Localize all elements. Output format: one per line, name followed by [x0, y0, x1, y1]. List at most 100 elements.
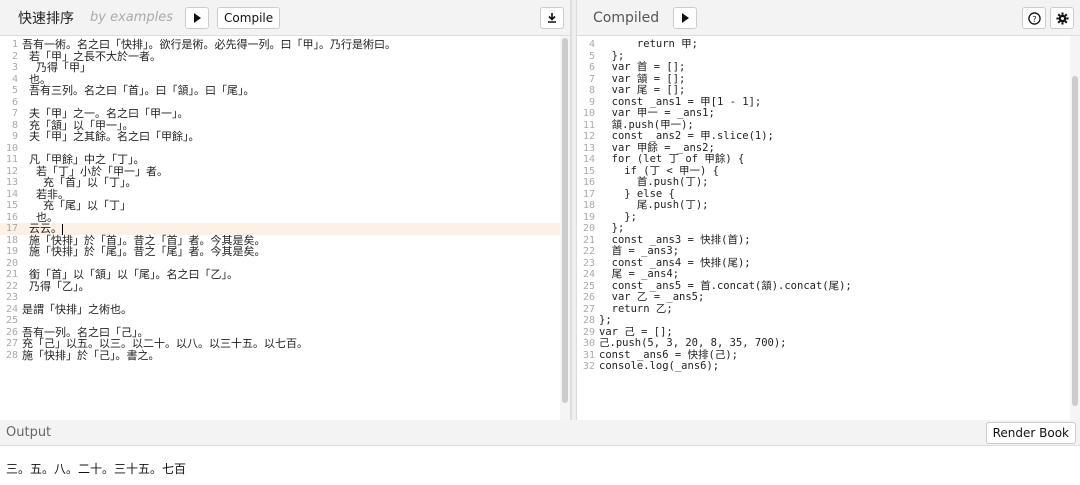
file-title[interactable]: 快速排序 [18, 8, 74, 28]
code-line[interactable]: 30 己.push(5, 3, 20, 8, 35, 700); [577, 337, 1080, 350]
line-number: 12 [5, 165, 18, 177]
line-number: 5 [11, 85, 18, 96]
code-line[interactable]: 9 夫「甲」之其餘。名之曰「甲餘」。 [0, 131, 570, 143]
line-number: 25 [582, 280, 595, 292]
code-line[interactable]: 15 充「尾」以「丁」 [0, 200, 570, 212]
line-number: 26 [582, 292, 595, 303]
line-number: 20 [5, 257, 18, 269]
output-title: Output [6, 425, 52, 440]
line-number: 19 [5, 246, 18, 257]
line-number: 20 [582, 223, 595, 234]
render-book-button[interactable]: Render Book [985, 422, 1076, 444]
code-line[interactable]: 22 首 = _ans3; [577, 245, 1080, 258]
line-number: 15 [582, 165, 595, 177]
line-text: console.log(_ans6); [599, 360, 720, 372]
code-line[interactable]: 10 var 甲一 = _ans1; [577, 107, 1080, 120]
line-text: 若「甲」之長不大於一者。 [22, 49, 161, 63]
line-text: return 乙; [599, 302, 673, 315]
compiled-code-view[interactable]: 4 return 甲; 5 }; 6 var 首 = []; 7 var 頷 = []… [577, 36, 1080, 420]
code-line[interactable]: 24 是謂「快排」之術也。 [0, 303, 570, 316]
line-number: 8 [11, 119, 18, 131]
line-text: 尾 = _ans4; [599, 268, 680, 280]
code-line[interactable]: 32 console.log(_ans6); [577, 360, 1080, 373]
code-line[interactable]: 8 var 尾 = []; [577, 84, 1080, 97]
examples-selector[interactable]: by examples [90, 10, 173, 25]
line-text: var 尾 = []; [599, 84, 686, 96]
line-number: 28 [5, 349, 18, 361]
compiled-scroll-thumb[interactable] [1072, 76, 1078, 406]
code-line[interactable]: 7 夫「甲」之一。名之曰「甲一」。 [0, 108, 570, 120]
code-line[interactable]: 4 return 甲; [577, 38, 1080, 51]
line-number: 14 [582, 154, 595, 165]
line-text: }; [599, 210, 637, 223]
line-text: var 甲一 = _ans1; [599, 107, 715, 119]
line-number: 11 [582, 119, 595, 131]
code-line[interactable]: 18 尾.push(丁); [577, 199, 1080, 212]
editor-right-tools [536, 7, 564, 29]
line-number: 28 [582, 315, 595, 326]
run-button[interactable] [185, 6, 210, 29]
line-number: 4 [11, 73, 18, 85]
editor-pane: 快速排序 by examples Compile 1 吾有一術。名之曰「快排」。欲… [0, 0, 571, 420]
line-text: 充「尾」以「丁」 [22, 199, 131, 212]
code-line[interactable]: 16 首.push(丁); [577, 176, 1080, 189]
code-line[interactable]: 23 [0, 292, 570, 304]
help-button[interactable]: ? [1022, 7, 1046, 29]
compiled-title: Compiled [593, 9, 660, 26]
code-line[interactable]: 14 for (let 丁 of 甲餘) { [577, 153, 1080, 166]
line-text: 尾.push(丁); [599, 199, 709, 211]
code-line[interactable]: 12 const _ans2 = 甲.slice(1); [577, 130, 1080, 143]
code-line[interactable]: 28 施「快排」於「己」。書之。 [0, 348, 570, 362]
line-text: 充「己」以五。以三。以二十。以八。以三十五。以七百。 [22, 337, 308, 350]
line-text: return 甲; [599, 38, 699, 50]
line-text: 施「快排」於「己」。書之。 [22, 348, 160, 362]
source-code-editor[interactable]: 1 吾有一術。名之曰「快排」。欲行是術。必先得一列。曰「甲」。乃行是術曰。 2 若「… [0, 36, 570, 420]
line-number: 16 [5, 211, 18, 223]
line-number: 3 [11, 62, 18, 73]
line-text: 乃得「甲」 [22, 61, 91, 74]
code-line[interactable]: 19 }; [577, 210, 1080, 224]
code-line[interactable]: 26 var 乙 = _ans5; [577, 291, 1080, 304]
line-text: const _ans2 = 甲.slice(1); [599, 130, 774, 142]
line-number: 17 [5, 223, 18, 234]
line-text: 乃得「乙」。 [22, 279, 90, 293]
download-icon [548, 13, 556, 23]
run-compiled-button[interactable] [673, 6, 698, 29]
code-line[interactable]: 27 充「己」以五。以三。以二十。以八。以三十五。以七百。 [0, 338, 570, 350]
code-line[interactable]: 20 }; [577, 222, 1080, 235]
compiled-scrollbar[interactable] [1070, 36, 1080, 420]
settings-button[interactable] [1050, 7, 1074, 29]
code-line[interactable]: 19 施「快排」於「尾」。昔之「尾」者。今其是矣。 [0, 246, 570, 258]
line-text: 施「快排」於「尾」。昔之「尾」者。今其是矣。 [22, 245, 266, 258]
download-button[interactable] [540, 7, 564, 29]
line-number: 22 [5, 280, 18, 292]
compiled-right-tools: ? [1018, 7, 1074, 29]
line-number: 14 [5, 188, 18, 200]
line-number: 2 [11, 50, 18, 62]
editor-scroll-thumb[interactable] [562, 38, 568, 403]
code-line[interactable]: 24 尾 = _ans4; [577, 268, 1080, 281]
line-text: var 首 = []; [599, 61, 686, 73]
code-line[interactable]: 5 吾有三列。名之曰「首」。曰「頷」。曰「尾」。 [0, 85, 570, 97]
code-line[interactable]: 3 乃得「甲」 [0, 62, 570, 74]
code-line[interactable]: 17 云云。 [0, 223, 570, 235]
code-line[interactable]: 1 吾有一術。名之曰「快排」。欲行是術。必先得一列。曰「甲」。乃行是術曰。 [0, 39, 570, 51]
code-line[interactable]: 13 充「首」以「丁」。 [0, 177, 570, 189]
code-line[interactable]: 28}; [577, 314, 1080, 327]
line-number: 5 [588, 50, 595, 62]
code-line[interactable]: 25 [0, 315, 570, 327]
line-text: var 乙 = _ans5; [599, 291, 705, 303]
code-line[interactable]: 27 return 乙; [577, 302, 1080, 316]
editor-scrollbar[interactable] [560, 36, 570, 420]
code-line[interactable]: 21 銜「首」以「頷」以「尾」。名之曰「乙」。 [0, 269, 570, 281]
line-number: 30 [582, 338, 595, 349]
line-text [22, 315, 570, 327]
code-line[interactable]: 6 var 首 = []; [577, 61, 1080, 74]
code-line[interactable]: 11 凡「甲餘」中之「丁」。 [0, 154, 570, 166]
compile-button[interactable]: Compile [217, 6, 281, 29]
line-number: 24 [5, 303, 18, 315]
line-number: 10 [582, 108, 595, 119]
code-line[interactable]: 16 也。 [0, 211, 570, 224]
code-line[interactable]: 22 乃得「乙」。 [0, 279, 570, 293]
line-number: 13 [5, 177, 18, 188]
